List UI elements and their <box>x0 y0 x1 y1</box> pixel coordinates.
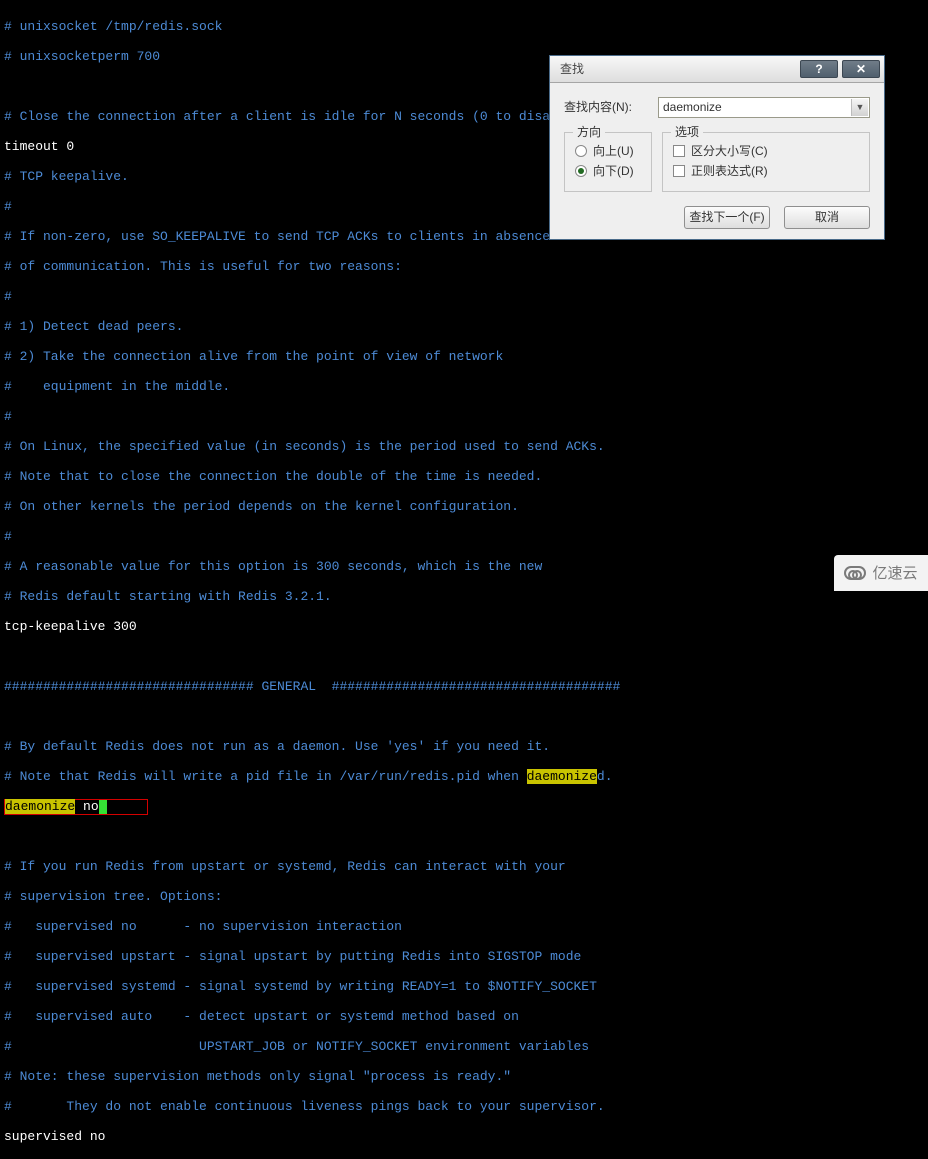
code-line: # <box>4 289 926 304</box>
find-input[interactable]: daemonize ▼ <box>658 97 870 118</box>
radio-up-label: 向上(U) <box>593 144 634 159</box>
watermark-text: 亿速云 <box>872 566 917 581</box>
code-line: # Note that Redis will write a pid file … <box>4 769 926 784</box>
code-line: # On Linux, the specified value (in seco… <box>4 439 926 454</box>
code-line: # of communication. This is useful for t… <box>4 259 926 274</box>
radio-down[interactable] <box>575 165 587 177</box>
checkbox-regex[interactable] <box>673 165 685 177</box>
code-line: # They do not enable continuous liveness… <box>4 1099 926 1114</box>
code-line: # equipment in the middle. <box>4 379 926 394</box>
code-line: # <box>4 409 926 424</box>
code-line: # supervised no - no supervision interac… <box>4 919 926 934</box>
code-line: # By default Redis does not run as a dae… <box>4 739 926 754</box>
find-content-label: 查找内容(N): <box>564 100 658 115</box>
code-line: tcp-keepalive 300 <box>4 619 926 634</box>
cursor <box>99 800 107 814</box>
code-line: # supervision tree. Options: <box>4 889 926 904</box>
code-line: # supervised upstart - signal upstart by… <box>4 949 926 964</box>
code-line: # supervised auto - detect upstart or sy… <box>4 1009 926 1024</box>
close-button[interactable]: ✕ <box>842 60 880 78</box>
code-line-highlighted: daemonize no <box>4 799 926 814</box>
code-line <box>4 829 926 844</box>
find-dialog: 查找 ? ✕ 查找内容(N): daemonize ▼ 方向 向上(U) 向下(… <box>549 55 885 240</box>
checkbox-case[interactable] <box>673 145 685 157</box>
search-match: daemonize <box>5 799 75 814</box>
options-group: 选项 区分大小写(C) 正则表达式(R) <box>662 132 870 192</box>
code-line: # unixsocket /tmp/redis.sock <box>4 19 926 34</box>
checkbox-case-label: 区分大小写(C) <box>691 144 768 159</box>
code-line: supervised no <box>4 1129 926 1144</box>
code-line <box>4 649 926 664</box>
find-next-button[interactable]: 查找下一个(F) <box>684 206 770 229</box>
group-title: 方向 <box>573 125 605 140</box>
help-button[interactable]: ? <box>800 60 838 78</box>
combo-arrow-icon[interactable]: ▼ <box>851 99 868 116</box>
radio-up[interactable] <box>575 145 587 157</box>
code-line: # Redis default starting with Redis 3.2.… <box>4 589 926 604</box>
radio-down-label: 向下(D) <box>593 164 634 179</box>
code-line: # On other kernels the period depends on… <box>4 499 926 514</box>
code-line: # UPSTART_JOB or NOTIFY_SOCKET environme… <box>4 1039 926 1054</box>
find-input-value: daemonize <box>663 100 722 115</box>
code-line <box>4 709 926 724</box>
code-line: # 2) Take the connection alive from the … <box>4 349 926 364</box>
code-line: # 1) Detect dead peers. <box>4 319 926 334</box>
section-divider: ################################ GENERAL… <box>4 679 926 694</box>
search-match: daemonize <box>527 769 597 784</box>
code-line: # Note: these supervision methods only s… <box>4 1069 926 1084</box>
code-line: # A reasonable value for this option is … <box>4 559 926 574</box>
code-line: # If you run Redis from upstart or syste… <box>4 859 926 874</box>
direction-group: 方向 向上(U) 向下(D) <box>564 132 652 192</box>
cancel-button[interactable]: 取消 <box>784 206 870 229</box>
checkbox-regex-label: 正则表达式(R) <box>691 164 768 179</box>
watermark-icon <box>844 566 866 580</box>
code-line: # Note that to close the connection the … <box>4 469 926 484</box>
code-line: # supervised systemd - signal systemd by… <box>4 979 926 994</box>
code-line: # <box>4 529 926 544</box>
dialog-titlebar[interactable]: 查找 ? ✕ <box>550 56 884 83</box>
group-title: 选项 <box>671 125 703 140</box>
watermark: 亿速云 <box>834 555 928 591</box>
dialog-title: 查找 <box>560 62 796 77</box>
